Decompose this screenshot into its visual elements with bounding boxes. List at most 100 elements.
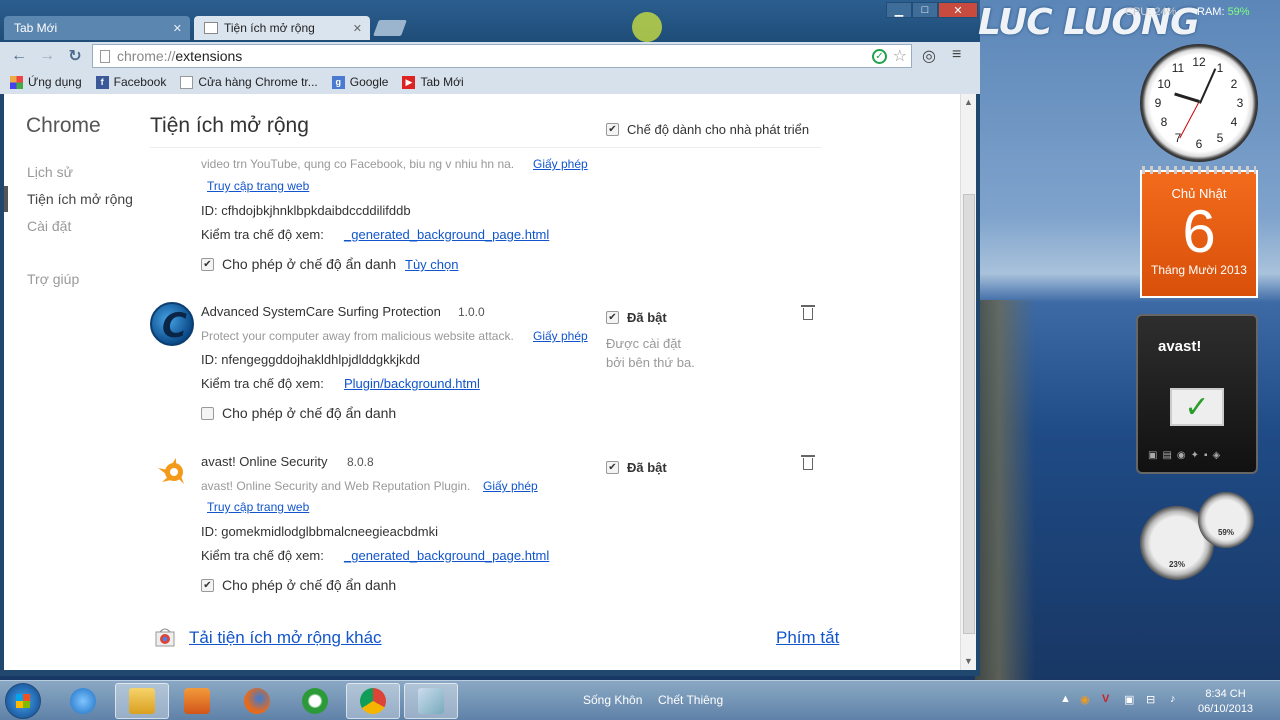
checkbox-checked[interactable]: ✔ [606,311,619,324]
new-tab-button[interactable] [373,20,407,36]
check-icon[interactable]: ✓ [872,49,887,64]
incognito-toggle[interactable]: ✔ Cho phép ở chế độ ẩn danh [201,577,396,593]
gauge-value: 59% [1217,528,1234,537]
network-tray-icon[interactable]: ⊟ [1146,693,1155,706]
clock-numeral: 9 [1154,96,1162,110]
incognito-toggle[interactable]: ✔ Cho phép ở chế độ ẩn danh [201,256,396,272]
cpu-meter: CPU: 24% [1125,6,1177,18]
inspect-views-label: Kiểm tra chế độ xem: [201,227,324,242]
taskbar-file-explorer[interactable] [115,683,169,719]
taskbar-media-player[interactable] [170,683,224,719]
page-scrollbar[interactable]: ▲ ▼ [960,94,976,670]
tray-expand-icon[interactable]: ▲ [1060,693,1071,705]
taskbar-toolbar-item[interactable]: Sống Khôn [583,693,642,707]
taskbar-firefox[interactable] [230,683,284,719]
calendar-date: 6 [1182,198,1216,265]
clock-numeral: 5 [1216,131,1224,145]
address-bar[interactable]: chrome://extensions ✓ ☆ [92,44,912,68]
taskbar-internet-explorer[interactable] [56,683,110,719]
checkbox-checked[interactable]: ✔ [201,257,214,271]
bookmark-label: Facebook [113,75,167,89]
taskbar-clock[interactable]: 8:34 CH 06/10/2013 [1198,687,1253,717]
volume-tray-icon[interactable]: ♪ [1170,693,1176,705]
incognito-toggle[interactable]: Cho phép ở chế độ ẩn danh [201,405,396,421]
enabled-label: Đã bật [627,310,667,325]
taskbar-coccoc[interactable] [288,683,342,719]
usb-tray-icon[interactable]: ▣ [1124,693,1134,706]
scroll-down-icon[interactable]: ▼ [964,656,973,666]
forward-arrow-icon[interactable]: → [36,46,58,66]
reload-icon[interactable]: ↻ [64,46,86,66]
inspect-view-link[interactable]: Plugin/background.html [344,376,480,391]
second-hand [1179,102,1199,139]
checkbox-unchecked[interactable] [201,406,214,420]
ram-value: 59% [1227,6,1250,18]
taskbar-chrome[interactable] [346,683,400,719]
start-button[interactable] [5,683,41,719]
enabled-toggle[interactable]: ✔ Đã bật [606,310,667,325]
checkbox-checked[interactable]: ✔ [606,123,619,136]
firefox-icon [244,688,270,714]
sidebar-item-help[interactable]: Trợ giúp [27,271,79,287]
bookmark-new-tab[interactable]: ▶ Tab Mới [402,75,464,89]
checkbox-checked[interactable]: ✔ [606,461,619,474]
license-link[interactable]: Giấy phép [483,479,538,493]
divider [150,147,822,148]
desktop-wallpaper [975,300,1035,680]
checkbox-checked[interactable]: ✔ [201,578,214,592]
extension-icon[interactable]: ◎ [922,46,936,66]
trash-icon[interactable] [801,305,815,320]
page-title: Tiện ích mở rộng [150,114,309,137]
browser-toolbar: ← → ↻ chrome://extensions ✓ ☆ ◎ ≡ [0,42,980,70]
enabled-toggle[interactable]: ✔ Đã bật [606,460,667,475]
scroll-up-icon[interactable]: ▲ [964,97,973,107]
inspect-view-link[interactable]: _generated_background_page.html [344,227,549,242]
extension-id: ID: cfhdojbkjhnklbpkdaibdccddilifddb [201,203,411,218]
bookmark-label: Cửa hàng Chrome tr... [198,75,318,89]
close-tab-icon[interactable]: ✕ [353,22,362,35]
back-arrow-icon[interactable]: ← [8,46,30,66]
taskbar-app[interactable] [404,683,458,719]
tab-extensions[interactable]: Tiện ích mở rộng ✕ [194,16,370,40]
chrome-icon [360,688,386,714]
options-link[interactable]: Tùy chọn [405,257,458,272]
trash-icon[interactable] [801,455,815,470]
close-window-button[interactable]: ✕ [938,2,978,18]
sidebar-item-extensions[interactable]: Tiện ích mở rộng [27,191,133,207]
page-icon [204,22,218,34]
bookmark-facebook[interactable]: f Facebook [95,75,167,89]
license-link[interactable]: Giấy phép [533,157,588,171]
avast-tray-icon[interactable]: ◉ [1080,693,1090,706]
close-tab-icon[interactable]: ✕ [173,22,182,35]
tab-new-tab[interactable]: Tab Mới ✕ [4,16,190,40]
scrollbar-thumb[interactable] [963,194,975,634]
google-icon: g [331,75,345,89]
license-link[interactable]: Giấy phép [533,329,588,343]
menu-icon[interactable]: ≡ [952,46,961,64]
clock-date: 06/10/2013 [1198,703,1254,715]
hour-hand [1174,92,1200,103]
avast-gadget[interactable]: avast! ✓ ▣▤◉✦▪◈ [1136,314,1258,474]
minimize-button[interactable]: ▁ [886,2,912,18]
v-tray-icon[interactable]: V [1102,693,1109,705]
web-store-icon [155,628,175,647]
sidebar-item-history[interactable]: Lịch sử [27,164,73,180]
media-player-icon [184,688,210,714]
bookmark-apps[interactable]: Ứng dụng [10,75,82,89]
keyboard-shortcuts-link[interactable]: Phím tắt [776,628,839,648]
visit-website-link[interactable]: Truy cập trang web [207,179,309,193]
incognito-label: Cho phép ở chế độ ẩn danh [222,405,397,421]
visit-website-link[interactable]: Truy cập trang web [207,500,309,514]
get-more-extensions-link[interactable]: Tải tiện ích mở rộng khác [189,628,382,648]
bookmark-chrome-store[interactable]: Cửa hàng Chrome tr... [180,75,318,89]
avast-gadget-icons[interactable]: ▣▤◉✦▪◈ [1148,450,1225,461]
inspect-view-link[interactable]: _generated_background_page.html [344,548,549,563]
developer-mode-toggle[interactable]: ✔ Chế độ dành cho nhà phát triển [606,122,809,137]
bookmark-star-icon[interactable]: ☆ [893,46,907,66]
bookmark-google[interactable]: g Google [331,75,388,89]
sidebar-item-settings[interactable]: Cài đặt [27,218,71,234]
taskbar-toolbar-item[interactable]: Chết Thiêng [658,693,723,707]
sidebar-active-indicator [4,186,8,212]
maximize-button[interactable]: □ [912,2,938,18]
chrome-window: Tab Mới ✕ Tiện ích mở rộng ✕ ▁ □ ✕ ← → ↻… [0,0,980,676]
